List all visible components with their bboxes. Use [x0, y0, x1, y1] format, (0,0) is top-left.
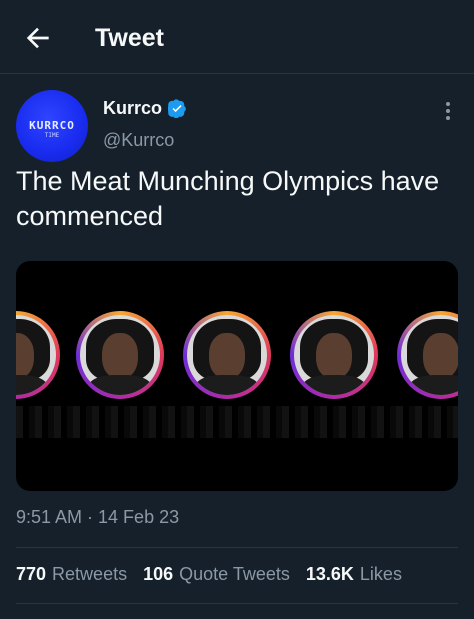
divider: [16, 547, 458, 548]
author-display-name[interactable]: Kurrco: [103, 98, 162, 119]
author-name-row: Kurrco: [103, 98, 187, 119]
retweets-stat[interactable]: 770 Retweets: [16, 564, 127, 585]
quote-tweets-label: Quote Tweets: [179, 564, 290, 584]
story-avatar-4: [290, 311, 378, 399]
author-handle[interactable]: @Kurrco: [103, 130, 174, 151]
story-avatar-3: [183, 311, 271, 399]
retweets-count: 770: [16, 564, 47, 584]
retweets-label: Retweets: [52, 564, 128, 584]
tweet-media-image[interactable]: [16, 261, 458, 491]
likes-label: Likes: [359, 564, 402, 584]
story-avatar-2: [76, 311, 164, 399]
engagement-stats: 770 Retweets 106 Quote Tweets 13.6K Like…: [16, 564, 402, 585]
blurred-text-strip: [16, 406, 458, 438]
likes-count: 13.6K: [305, 564, 354, 584]
quote-tweets-count: 106: [143, 564, 174, 584]
story-avatar-5: [397, 311, 458, 399]
avatar-logo-text: KURRCO: [29, 119, 75, 132]
top-bar: Tweet: [0, 0, 474, 74]
tweet-timestamp[interactable]: 9:51 AM · 14 Feb 23: [16, 507, 179, 528]
more-options-icon[interactable]: [438, 100, 458, 122]
quote-tweets-stat[interactable]: 106 Quote Tweets: [143, 564, 290, 585]
avatar[interactable]: KURRCO TIME: [16, 90, 88, 162]
back-arrow-icon[interactable]: [22, 22, 54, 54]
likes-stat[interactable]: 13.6K Likes: [306, 564, 402, 585]
page-title: Tweet: [95, 24, 164, 52]
avatar-logo-subtext: TIME: [44, 132, 60, 139]
tweet-text: The Meat Munching Olympics have commence…: [16, 166, 440, 231]
story-avatar-1: [16, 311, 60, 399]
divider: [16, 603, 458, 604]
verified-badge-icon: [168, 99, 186, 118]
